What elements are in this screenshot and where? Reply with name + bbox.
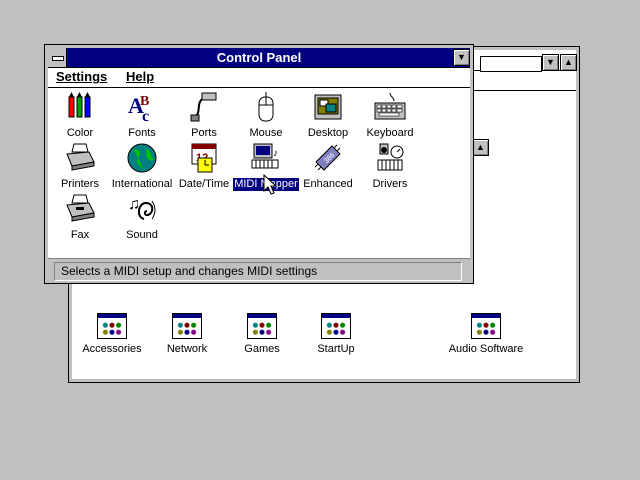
menu-settings[interactable]: Settings [56, 69, 107, 84]
applet-international[interactable]: International [107, 142, 177, 191]
scroll-up-button[interactable]: ▲ [472, 139, 489, 156]
title-bar[interactable]: Control Panel ▼ [48, 48, 470, 68]
international-icon [127, 143, 157, 173]
svg-text:♪: ♪ [273, 148, 278, 159]
applet-label: Enhanced [303, 178, 353, 190]
applet-mouse[interactable]: Mouse [231, 91, 301, 140]
menu-bar: Settings Help [48, 68, 470, 88]
datetime-icon: 12 [191, 143, 217, 173]
program-group-icon [97, 313, 127, 339]
applet-color[interactable]: Color [45, 91, 115, 140]
applet-fax[interactable]: Fax [45, 193, 115, 242]
keyboard-icon [374, 92, 406, 120]
enhanced-icon: 386 [314, 144, 341, 171]
chevron-down-icon: ▼ [546, 57, 555, 67]
mouse-icon [258, 92, 274, 122]
group-label: Audio Software [448, 343, 524, 355]
applet-ports[interactable]: Ports [169, 91, 239, 140]
applet-desktop[interactable]: Desktop [293, 91, 363, 140]
applet-label: Mouse [249, 127, 283, 139]
applet-label: Drivers [372, 178, 408, 190]
sound-icon: ♫ [128, 196, 156, 220]
minimize-button[interactable]: ▼ [453, 49, 470, 66]
applet-datetime[interactable]: 12 Date/Time [169, 142, 239, 191]
desktop-icon [314, 94, 342, 120]
midi-mapper-icon: ♪ [251, 143, 279, 169]
applet-label: Printers [61, 178, 99, 190]
applet-sound[interactable]: ♫ Sound [107, 193, 177, 242]
dropdown-button[interactable]: ▼ [542, 54, 559, 71]
applet-label: Keyboard [366, 127, 414, 139]
applet-label: Ports [191, 127, 217, 139]
fonts-icon: A B c [128, 93, 149, 123]
printers-icon [66, 143, 95, 171]
maximize-button[interactable]: ▲ [560, 54, 577, 71]
dropdown-field[interactable] [480, 56, 542, 72]
fax-icon [66, 194, 95, 222]
color-icon [68, 92, 91, 118]
ports-icon [190, 92, 217, 122]
mouse-pointer-icon [263, 174, 277, 195]
program-group-icon [321, 313, 351, 339]
system-menu-icon [52, 56, 64, 61]
program-group-icon [247, 313, 277, 339]
control-panel-window[interactable]: Control Panel ▼ Settings Help Color A B [44, 44, 474, 284]
applet-label: Color [66, 127, 94, 139]
group-startup[interactable]: StartUp [291, 313, 381, 355]
status-text: Selects a MIDI setup and changes MIDI se… [54, 262, 462, 281]
program-group-icon [471, 313, 501, 339]
svg-text:c: c [142, 108, 149, 123]
arrow-up-icon: ▲ [564, 57, 573, 67]
applet-label: Fonts [128, 127, 156, 139]
arrow-up-icon: ▲ [476, 142, 485, 152]
status-bar: Selects a MIDI setup and changes MIDI se… [48, 258, 470, 281]
drivers-icon [377, 143, 404, 171]
svg-text:B: B [140, 94, 149, 109]
applet-printers[interactable]: Printers [45, 142, 115, 191]
menu-help[interactable]: Help [126, 69, 154, 84]
system-menu-button[interactable] [48, 48, 67, 67]
arrow-down-icon: ▼ [457, 52, 466, 62]
applet-label: International [111, 178, 173, 190]
applet-enhanced[interactable]: 386 Enhanced [293, 142, 363, 191]
applet-label: Desktop [307, 127, 349, 139]
program-group-icon [172, 313, 202, 339]
applet-label: Fax [70, 229, 90, 241]
applet-keyboard[interactable]: Keyboard [355, 91, 425, 140]
applet-label: Date/Time [178, 178, 230, 190]
applet-label: Sound [126, 229, 158, 241]
group-label: StartUp [317, 343, 355, 355]
window-title: Control Panel [216, 50, 302, 65]
applet-drivers[interactable]: Drivers [355, 142, 425, 191]
applet-fonts[interactable]: A B c Fonts [107, 91, 177, 140]
applet-area: Color A B c Fonts Ports Mouse Desktop Ke… [48, 88, 470, 258]
group-audio-software[interactable]: Audio Software [441, 313, 531, 355]
